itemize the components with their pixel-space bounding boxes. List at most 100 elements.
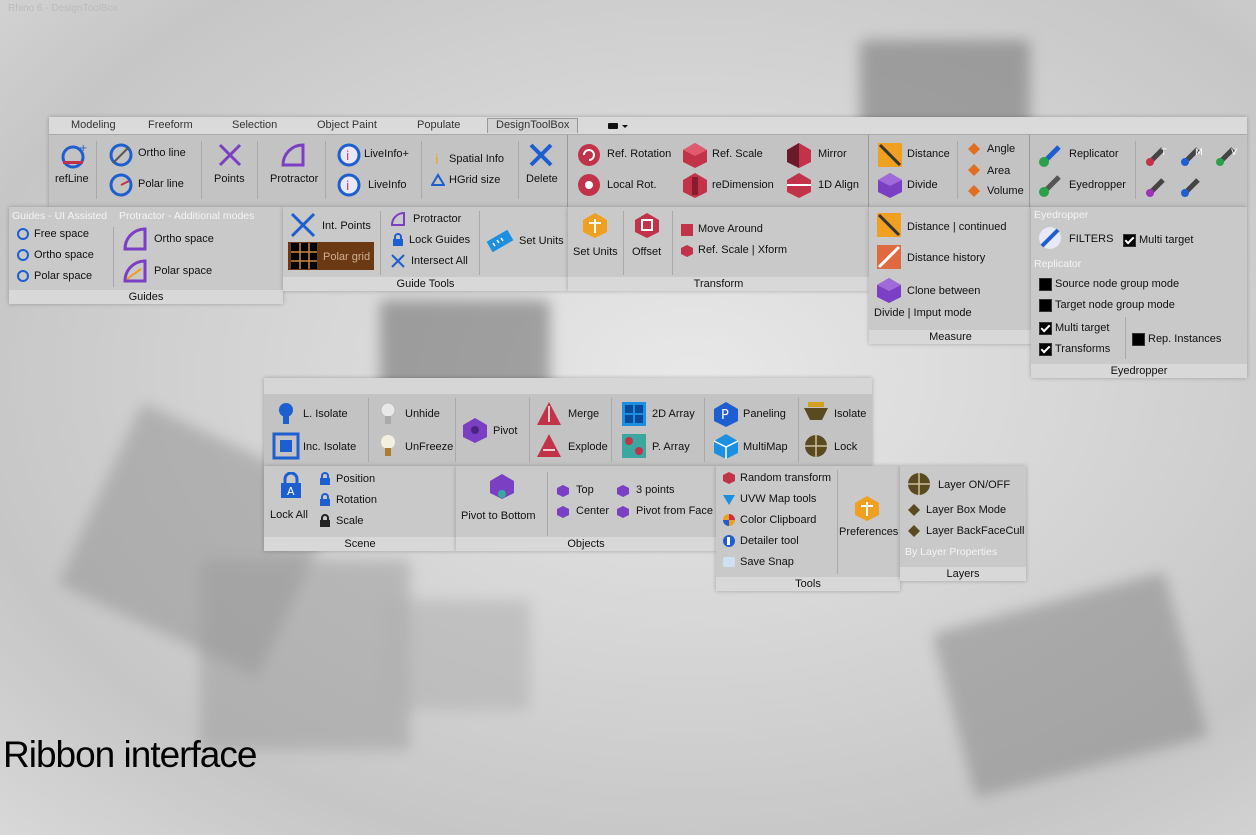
position-button[interactable]: Position (318, 472, 408, 488)
p-array-button[interactable]: P. Array (620, 432, 702, 460)
merge-button[interactable]: Merge (535, 400, 615, 428)
angle-button[interactable]: Angle (967, 141, 1027, 159)
free-space-button[interactable]: Free space (16, 227, 111, 243)
delete-button[interactable]: Delete (523, 141, 561, 191)
uvw-map-button[interactable]: UVW Map tools (722, 492, 840, 508)
distance-continued-button[interactable]: Distance | continued (875, 211, 1025, 239)
transforms-checkbox[interactable]: Transforms (1039, 342, 1125, 356)
polar-grid-button[interactable]: Polar grid (288, 242, 374, 270)
ref-scale-button[interactable]: Ref. Scale (681, 141, 781, 168)
refline-button[interactable]: + refLine (55, 141, 91, 191)
tab-selection[interactable]: Selection (232, 119, 277, 133)
replicator-button[interactable]: Replicator (1037, 141, 1127, 167)
protractor-ortho-space-button[interactable]: Ortho space (121, 225, 241, 253)
eyedropper-v-button[interactable]: V (1213, 141, 1241, 169)
ref-rotation-button[interactable]: Ref. Rotation (575, 141, 675, 167)
target-node-check[interactable] (1039, 299, 1052, 312)
unhide-button[interactable]: Unhide (374, 400, 454, 428)
layer-backface-button[interactable]: Layer BackFaceCull (907, 524, 1025, 540)
eyedropper-m-button[interactable]: M (1178, 141, 1206, 169)
rep-instances-checkbox[interactable]: Rep. Instances (1132, 332, 1232, 346)
divide-input-button[interactable]: Divide | Imput mode (873, 307, 1023, 323)
multi-target-check[interactable] (1123, 234, 1136, 247)
three-points-button[interactable]: 3 points (616, 483, 696, 499)
eyedropper-multi-button[interactable] (1178, 172, 1206, 200)
mirror-button[interactable]: Mirror (785, 141, 865, 168)
random-transform-button[interactable]: Random transform (722, 471, 840, 487)
polar-space-button[interactable]: Polar space (16, 269, 111, 285)
volume-button[interactable]: Volume (967, 183, 1029, 201)
l-isolate-button[interactable]: L. Isolate (272, 400, 362, 428)
multi-target-2-checkbox[interactable]: Multi target (1039, 321, 1125, 335)
points-button[interactable]: Points (211, 141, 251, 191)
lock-guides-button[interactable]: Lock Guides (391, 233, 481, 249)
area-button[interactable]: Area (967, 162, 1027, 180)
camera-dropdown-icon[interactable] (607, 121, 629, 130)
explode-button[interactable]: Explode (535, 432, 615, 460)
center-button[interactable]: Center (556, 504, 616, 520)
save-snap-button[interactable]: Save Snap (722, 555, 840, 571)
distance-button[interactable]: Distance (876, 141, 956, 167)
ref-scale-label: Ref. Scale (712, 148, 763, 160)
tab-freeform[interactable]: Freeform (148, 119, 193, 133)
clone-between-button[interactable]: Clone between (875, 276, 1025, 304)
isolate-label: Isolate (834, 408, 867, 420)
spatial-info-button[interactable]: i Spatial Info (431, 151, 521, 169)
offset-button[interactable]: Offset (628, 211, 668, 261)
lock-all-button[interactable]: A Lock All (268, 472, 314, 522)
set-units-button[interactable]: Set Units (572, 211, 618, 261)
protractor-polar-space-button[interactable]: Polar space (121, 257, 241, 285)
eyedropper-t-button[interactable]: T (1143, 141, 1171, 169)
polar-line-button[interactable]: Polar line (107, 171, 197, 197)
liveinfo-button[interactable]: i LiveInfo (335, 171, 415, 197)
isolate-button[interactable]: Isolate (802, 400, 872, 428)
multi-target-2-check[interactable] (1039, 322, 1052, 335)
eyedropper-purple-button[interactable] (1143, 172, 1171, 200)
pivot-button[interactable]: Pivot (461, 416, 527, 444)
source-node-check[interactable] (1039, 278, 1052, 291)
redimension-button[interactable]: reDimension (681, 171, 781, 198)
tab-designtoolbox[interactable]: DesignToolBox (487, 118, 579, 133)
eyedropper-button[interactable]: Eyedropper (1037, 171, 1127, 197)
inc-isolate-button[interactable]: Inc. Isolate (272, 432, 367, 460)
tab-modeling[interactable]: Modeling (71, 119, 116, 133)
protractor-button[interactable]: Protractor (267, 141, 323, 191)
paneling-button[interactable]: P Paneling (712, 400, 794, 428)
array-2d-button[interactable]: 2D Array (620, 400, 702, 428)
ortho-space-button[interactable]: Ortho space (16, 248, 111, 264)
filters-button[interactable]: FILTERS (1036, 224, 1120, 252)
distance-history-button[interactable]: Distance history (875, 243, 1025, 271)
scale-button[interactable]: Scale (318, 514, 408, 530)
intersect-all-button[interactable]: Intersect All (391, 254, 481, 270)
top-button[interactable]: Top (556, 483, 616, 499)
unfreeze-button[interactable]: UnFreeze (374, 432, 454, 460)
rep-instances-check[interactable] (1132, 333, 1145, 346)
color-clipboard-button[interactable]: Color Clipboard (722, 513, 840, 529)
tab-populate[interactable]: Populate (417, 119, 460, 133)
set-units-guide-button[interactable]: Set Units (486, 227, 568, 255)
ortho-line-button[interactable]: Ortho line (107, 141, 197, 167)
source-node-checkbox[interactable]: Source node group mode (1039, 277, 1219, 291)
lock-button[interactable]: Lock (802, 432, 872, 460)
align-1d-button[interactable]: 1D Align (785, 171, 865, 198)
multi-target-checkbox[interactable]: Multi target (1123, 233, 1223, 247)
multimap-button[interactable]: MultiMap (712, 432, 794, 460)
tab-object-paint[interactable]: Object Paint (317, 119, 377, 133)
int-points-button[interactable]: Int. Points (289, 211, 377, 239)
divide-button[interactable]: Divide (876, 171, 956, 198)
target-node-checkbox[interactable]: Target node group mode (1039, 298, 1219, 312)
transforms-check[interactable] (1039, 343, 1052, 356)
ref-scale-xform-button[interactable]: Ref. Scale | Xform (680, 243, 810, 259)
liveinfo-plus-button[interactable]: i LiveInfo+ (335, 141, 415, 167)
hgrid-size-button[interactable]: HGrid size (431, 172, 521, 190)
move-around-button[interactable]: Move Around (680, 222, 790, 238)
layer-onoff-button[interactable]: Layer ON/OFF (905, 470, 1023, 498)
layer-box-button[interactable]: Layer Box Mode (907, 503, 1022, 519)
preferences-button[interactable]: Preferences (838, 494, 898, 544)
detailer-tool-button[interactable]: Detailer tool (722, 534, 840, 550)
protractor-small-button[interactable]: Protractor (391, 212, 481, 228)
pivot-bottom-button[interactable]: Pivot to Bottom (460, 472, 544, 522)
pivot-face-button[interactable]: Pivot from Face (616, 504, 716, 520)
rotation-button[interactable]: Rotation (318, 493, 408, 509)
local-rot-button[interactable]: Local Rot. (575, 171, 675, 197)
